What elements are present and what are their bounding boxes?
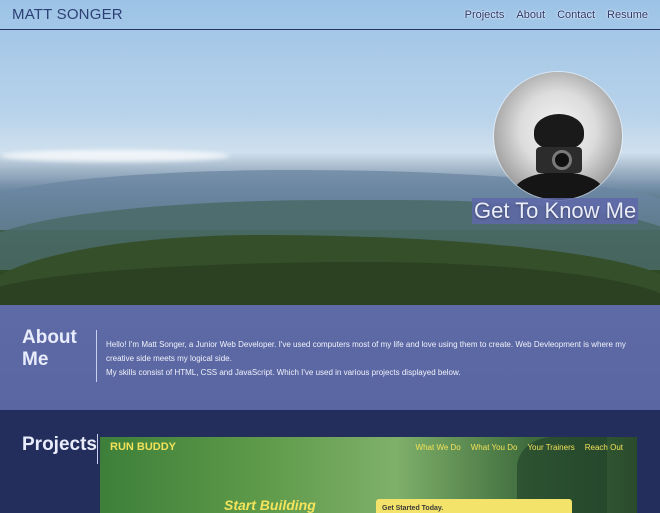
nav-link-projects[interactable]: Projects bbox=[465, 9, 505, 21]
preview-nav-item: What We Do bbox=[415, 443, 461, 452]
nav-link-contact[interactable]: Contact bbox=[557, 9, 595, 21]
profile-photo-head bbox=[534, 114, 584, 150]
project-preview-run-buddy[interactable]: RUN BUDDY What We Do What You Do Your Tr… bbox=[100, 437, 637, 513]
preview-nav: What We Do What You Do Your Trainers Rea… bbox=[416, 443, 623, 452]
preview-site-title: RUN BUDDY bbox=[110, 441, 176, 453]
get-to-know-me-link[interactable]: Get To Know Me bbox=[472, 198, 639, 224]
camera-lens bbox=[552, 150, 572, 170]
cloud-band bbox=[0, 150, 230, 162]
preview-card-text: Get Started Today. bbox=[382, 505, 444, 512]
about-paragraph: Hello! I'm Matt Songer, a Junior Web Dev… bbox=[106, 340, 626, 363]
nav-links: Projects About Contact Resume bbox=[465, 9, 648, 21]
about-paragraph: My skills consist of HTML, CSS and JavaS… bbox=[106, 368, 461, 377]
profile-photo bbox=[494, 72, 622, 200]
projects-divider bbox=[97, 434, 98, 464]
preview-hero-text: Start Building bbox=[224, 497, 316, 513]
camera-icon bbox=[536, 147, 582, 173]
brand-name[interactable]: MATT SONGER bbox=[12, 6, 123, 23]
nav-link-about[interactable]: About bbox=[516, 9, 545, 21]
nav-link-resume[interactable]: Resume bbox=[607, 9, 648, 21]
preview-nav-item: Your Trainers bbox=[527, 443, 575, 452]
projects-title: Projects bbox=[22, 434, 97, 455]
hero-section: MATT SONGER Projects About Contact Resum… bbox=[0, 0, 660, 305]
preview-nav-item: Reach Out bbox=[584, 443, 623, 452]
about-divider bbox=[96, 330, 97, 382]
profile-photo-body bbox=[514, 172, 604, 200]
preview-signup-card: Get Started Today. bbox=[376, 499, 572, 513]
about-section: About Me Hello! I'm Matt Songer, a Junio… bbox=[0, 305, 660, 410]
preview-nav-item: What You Do bbox=[470, 443, 518, 452]
about-title: About Me bbox=[22, 327, 77, 370]
projects-section: Projects RUN BUDDY What We Do What You D… bbox=[0, 410, 660, 513]
top-navbar: MATT SONGER Projects About Contact Resum… bbox=[0, 0, 660, 30]
